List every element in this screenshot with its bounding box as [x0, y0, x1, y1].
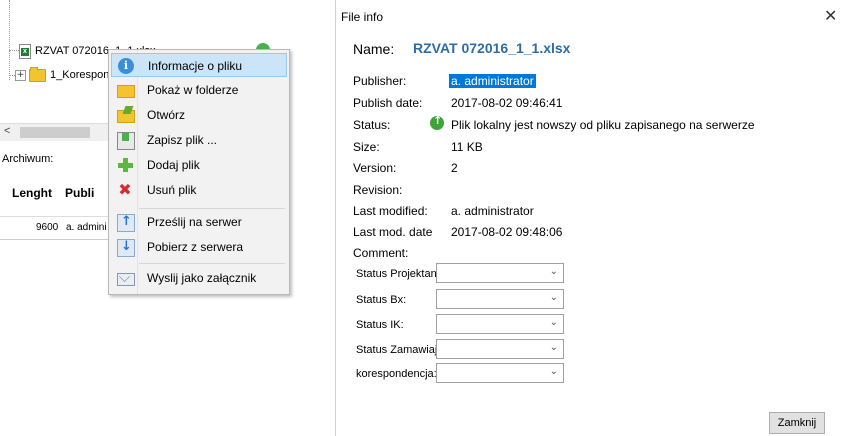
menu-item-add-file[interactable]: Dodaj plik — [111, 153, 287, 177]
menu-separator — [139, 208, 285, 209]
version-value: 2 — [451, 161, 458, 175]
download-icon — [117, 239, 135, 257]
status-label: Status: — [353, 118, 391, 132]
dialog-title: File info — [341, 10, 384, 24]
menu-item-download[interactable]: Pobierz z serwera — [111, 235, 287, 259]
status-projektant-dropdown[interactable]: ⌄ — [436, 263, 564, 283]
close-icon[interactable]: ✕ — [824, 6, 837, 25]
menu-item-label: Informacje o pliku — [148, 59, 243, 73]
status-bx-label: Status Bx: — [356, 294, 407, 306]
menu-item-delete-file[interactable]: ✖ Usuń plik — [111, 178, 287, 202]
cell-publisher: a. admini — [66, 222, 107, 233]
menu-item-upload[interactable]: Prześlij na serwer — [111, 210, 287, 234]
file-info-dialog: File info ✕ Name: RZVAT 072016_1_1.xlsx … — [335, 0, 850, 436]
comment-label: Comment: — [353, 246, 409, 260]
menu-item-open[interactable]: Otwórz — [111, 103, 287, 127]
menu-item-label: Wyslij jako załącznik — [147, 271, 257, 285]
tree-line — [9, 0, 10, 80]
upload-icon — [117, 214, 135, 232]
chevron-down-icon[interactable]: ⌄ — [550, 317, 558, 328]
menu-item-file-info[interactable]: i Informacje o pliku — [111, 53, 287, 77]
size-label: Size: — [353, 140, 380, 154]
last-mod-date-label: Last mod. date — [353, 225, 433, 239]
plus-icon — [117, 157, 133, 173]
save-icon — [117, 132, 135, 150]
chevron-down-icon[interactable]: ⌄ — [550, 266, 558, 277]
menu-item-show-in-folder[interactable]: Pokaż w folderze — [111, 78, 287, 102]
mail-icon — [117, 273, 135, 286]
archive-table: Lenght Publi 9600 a. admini — [0, 172, 112, 262]
revision-label: Revision: — [353, 183, 403, 197]
expand-icon[interactable]: + — [15, 69, 26, 81]
upload-status-icon — [430, 114, 444, 130]
publisher-value[interactable]: a. administrator — [449, 74, 536, 88]
menu-item-label: Zapisz plik ... — [147, 133, 218, 147]
cell-length: 9600 — [36, 222, 59, 233]
menu-item-label: Pokaż w folderze — [147, 83, 239, 97]
name-label: Name: — [353, 41, 395, 57]
column-header-length[interactable]: Lenght — [12, 186, 52, 200]
context-menu: i Informacje o pliku Pokaż w folderze Ot… — [108, 49, 290, 295]
delete-icon: ✖ — [118, 180, 132, 199]
version-label: Version: — [353, 161, 397, 175]
archive-label: Archiwum: — [2, 153, 54, 165]
status-value: Plik lokalny jest nowszy od pliku zapisa… — [451, 118, 755, 132]
menu-separator — [139, 263, 285, 264]
folder-icon — [117, 85, 135, 98]
status-projektant-label: Status Projektant: — [356, 268, 443, 280]
chevron-down-icon[interactable]: ⌄ — [550, 342, 558, 353]
menu-item-send-attachment[interactable]: Wyslij jako załącznik — [111, 266, 287, 290]
scrollbar-thumb[interactable] — [20, 127, 90, 138]
publish-date-value: 2017-08-02 09:46:41 — [451, 96, 563, 110]
table-header: Lenght Publi — [0, 172, 112, 217]
status-ik-dropdown[interactable]: ⌄ — [436, 314, 564, 334]
korespondencja-dropdown[interactable]: ⌄ — [436, 363, 564, 383]
menu-item-label: Prześlij na serwer — [147, 215, 242, 229]
file-name-value: RZVAT 072016_1_1.xlsx — [413, 40, 571, 56]
menu-item-label: Dodaj plik — [147, 158, 200, 172]
last-modified-label: Last modified: — [353, 204, 428, 218]
table-row[interactable]: 9600 a. admini — [0, 217, 112, 240]
excel-file-icon: x — [18, 43, 31, 59]
scroll-left-icon[interactable]: < — [4, 125, 10, 137]
status-ik-label: Status IK: — [356, 319, 404, 331]
info-icon: i — [118, 58, 134, 74]
chevron-down-icon[interactable]: ⌄ — [550, 292, 558, 303]
size-value: 11 KB — [451, 140, 483, 154]
status-zamawiajacy-dropdown[interactable]: ⌄ — [436, 339, 564, 359]
menu-item-label: Pobierz z serwera — [147, 240, 244, 254]
column-header-publisher[interactable]: Publi — [65, 186, 94, 200]
menu-item-label: Usuń plik — [147, 183, 197, 197]
status-bx-dropdown[interactable]: ⌄ — [436, 289, 564, 309]
publish-date-label: Publish date: — [353, 96, 423, 110]
last-mod-date-value: 2017-08-02 09:48:06 — [451, 225, 563, 239]
horizontal-scrollbar[interactable]: < — [0, 123, 112, 141]
chevron-down-icon[interactable]: ⌄ — [550, 366, 558, 377]
open-icon — [117, 110, 135, 123]
close-button[interactable]: Zamknij — [769, 412, 825, 434]
folder-icon — [29, 66, 46, 82]
menu-item-save-file[interactable]: Zapisz plik ... — [111, 128, 287, 152]
last-modified-value: a. administrator — [451, 204, 534, 218]
korespondencja-label: korespondencja: — [356, 368, 437, 380]
menu-item-label: Otwórz — [147, 108, 186, 122]
publisher-label: Publisher: — [353, 74, 407, 88]
